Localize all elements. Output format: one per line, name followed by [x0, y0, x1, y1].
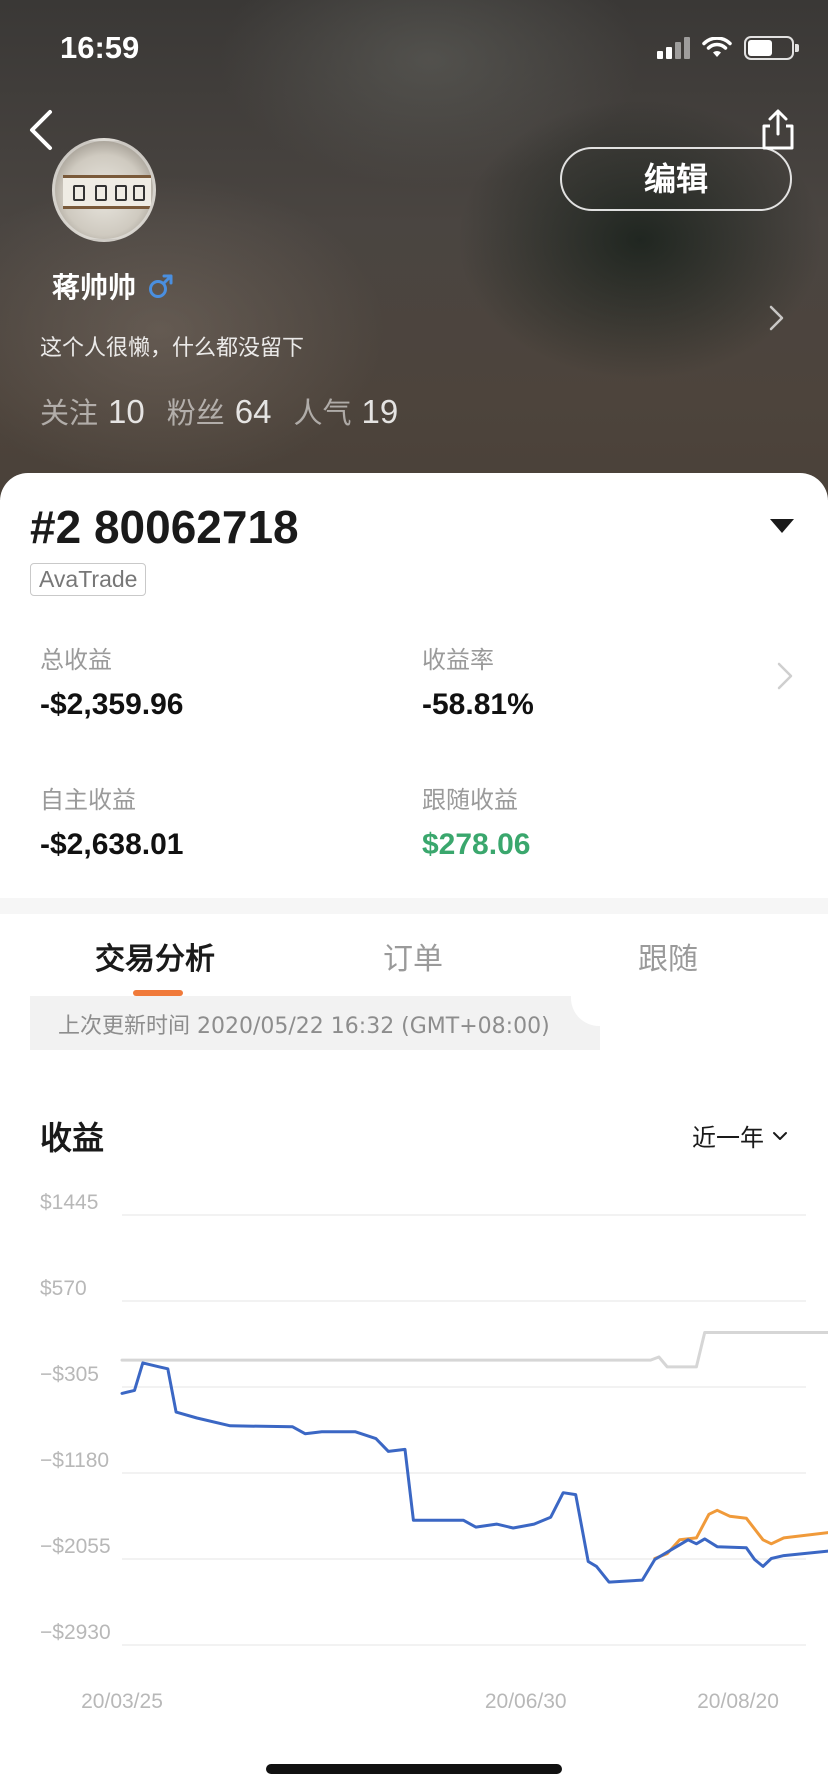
profile-stats: 关注 10 粉丝 64 人气 19 — [40, 390, 398, 432]
range-label: 近一年 — [692, 1124, 764, 1152]
chart-title: 收益 — [40, 1119, 105, 1157]
username-row: 蒋帅帅 — [52, 266, 174, 306]
stat-popularity: 人气 19 — [293, 390, 398, 432]
male-gender-icon — [149, 274, 173, 298]
broker-badge: AvaTrade — [30, 563, 147, 596]
chevron-right-icon[interactable] — [776, 660, 794, 692]
metric-label-self-profit: 自主收益 — [40, 786, 136, 814]
account-title[interactable]: #2 80062718 — [30, 500, 299, 554]
stat-following[interactable]: 关注 10 — [40, 390, 145, 432]
x-tick-label: 20/08/20 — [697, 1690, 779, 1713]
edit-profile-button[interactable]: 编辑 — [560, 147, 792, 211]
status-icons — [657, 36, 799, 60]
signal-icon — [657, 37, 690, 59]
status-time: 16:59 — [60, 30, 140, 65]
metric-label-follow-profit: 跟随收益 — [422, 786, 518, 814]
bio: 这个人很懒，什么都没留下 — [40, 336, 305, 361]
stat-value: 64 — [234, 393, 272, 430]
stat-followers[interactable]: 粉丝 64 — [167, 390, 272, 432]
tab-trade-analysis[interactable]: 交易分析 — [95, 934, 215, 978]
share-icon[interactable] — [758, 108, 798, 152]
account-dropdown-caret-icon[interactable] — [770, 519, 794, 533]
metric-value-follow-profit: $278.06 — [422, 828, 531, 861]
stat-label: 关注 — [40, 396, 99, 430]
x-tick-label: 20/03/25 — [81, 1690, 163, 1713]
y-tick-label: $570 — [40, 1277, 87, 1300]
stat-value: 10 — [108, 393, 145, 430]
section-divider — [0, 898, 828, 914]
username: 蒋帅帅 — [52, 271, 137, 304]
metric-value-return-rate: -58.81% — [422, 688, 534, 721]
y-tick-label: −$2930 — [40, 1621, 111, 1644]
last-update-text: 上次更新时间 2020/05/22 16:32 (GMT+08:00) — [58, 1014, 550, 1039]
y-tick-label: −$2055 — [40, 1535, 111, 1558]
tab-orders[interactable]: 订单 — [383, 934, 443, 978]
avatar-plaque-image — [63, 175, 151, 209]
profit-chart: $1445 $570 −$305 −$1180 −$2055 −$2930 20/03/25… — [40, 1191, 828, 1713]
stat-label: 人气 — [293, 396, 352, 430]
back-arrow-icon[interactable] — [22, 106, 62, 154]
battery-icon — [744, 36, 799, 60]
y-tick-label: $1445 — [40, 1191, 98, 1214]
metric-label-return-rate: 收益率 — [422, 646, 494, 674]
series-line-0 — [120, 1361, 828, 1584]
home-indicator — [266, 1764, 562, 1774]
chevron-down-icon — [773, 1131, 787, 1140]
stat-label: 粉丝 — [166, 396, 225, 430]
stat-value: 19 — [361, 393, 399, 430]
range-selector[interactable]: 近一年 — [692, 1118, 788, 1153]
metric-value-total-profit: -$2,359.96 — [40, 688, 184, 721]
x-tick-label: 20/06/30 — [485, 1690, 567, 1713]
tab-bar: 交易分析 订单 跟随 — [0, 914, 828, 994]
metric-value-self-profit: -$2,638.01 — [40, 828, 184, 861]
metric-label-total-profit: 总收益 — [40, 646, 112, 674]
y-tick-label: −$1180 — [40, 1449, 109, 1472]
avatar[interactable] — [52, 138, 156, 242]
chevron-right-icon[interactable] — [768, 303, 786, 333]
series-line-2 — [120, 1331, 828, 1369]
tab-follow[interactable]: 跟随 — [638, 934, 698, 978]
wifi-icon — [702, 37, 732, 57]
y-tick-label: −$305 — [40, 1363, 99, 1386]
